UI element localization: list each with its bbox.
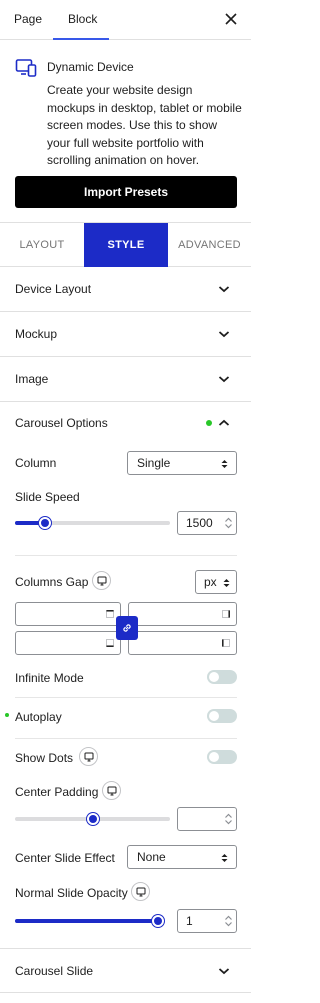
- slide-speed-value: 1500: [186, 516, 213, 530]
- show-dots-label: Show Dots: [15, 751, 74, 765]
- responsive-monitor-icon[interactable]: [79, 747, 98, 766]
- modified-indicator: [5, 713, 9, 717]
- slide-speed-label: Slide Speed: [15, 490, 80, 504]
- gap-bottom-input[interactable]: [15, 631, 121, 655]
- responsive-monitor-icon[interactable]: [131, 882, 150, 901]
- block-title: Dynamic Device: [47, 60, 134, 74]
- columns-gap-label: Columns Gap: [15, 575, 89, 589]
- active-tab-indicator: [53, 38, 109, 40]
- toggle-knob: [209, 711, 219, 721]
- accordion-label: Mockup: [15, 327, 58, 341]
- slider-fill: [15, 919, 158, 923]
- stepper-icon[interactable]: [225, 813, 232, 825]
- chevron-down-icon: [218, 331, 230, 338]
- chevron-down-icon: [218, 376, 230, 383]
- tab-block[interactable]: Block: [68, 12, 97, 26]
- column-select-value: Single: [137, 456, 171, 470]
- gap-top-input[interactable]: [15, 602, 121, 626]
- stepper-icon[interactable]: [225, 517, 232, 529]
- slider-thumb[interactable]: [39, 517, 51, 529]
- normal-slide-opacity-slider[interactable]: [15, 913, 164, 929]
- select-arrows-icon: [221, 854, 228, 862]
- slide-speed-input[interactable]: 1500: [177, 511, 237, 535]
- slider-thumb[interactable]: [87, 813, 99, 825]
- normal-slide-opacity-input[interactable]: 1: [177, 909, 237, 933]
- gap-left-input[interactable]: [128, 631, 237, 655]
- center-slide-effect-value: None: [137, 850, 166, 864]
- responsive-monitor-icon[interactable]: [102, 781, 121, 800]
- center-slide-effect-label: Center Slide Effect: [15, 851, 115, 865]
- columns-gap-unit-select[interactable]: px: [195, 570, 237, 594]
- tab-page[interactable]: Page: [14, 12, 42, 26]
- normal-slide-opacity-value: 1: [186, 914, 193, 928]
- infinite-mode-toggle[interactable]: [207, 670, 237, 684]
- link-values-button[interactable]: [116, 616, 138, 640]
- center-padding-input[interactable]: [177, 807, 237, 831]
- column-select[interactable]: Single: [127, 451, 237, 475]
- block-description: Create your website design mockups in de…: [47, 83, 242, 167]
- tab-style[interactable]: STYLE: [84, 223, 168, 267]
- link-icon: [123, 624, 131, 632]
- editor-top-tabs: Page Block: [0, 0, 251, 40]
- device-icon: [15, 59, 37, 77]
- accordion-label: Carousel Slide: [15, 964, 94, 978]
- accordion-carousel-slide[interactable]: Carousel Slide: [0, 948, 251, 993]
- accordion-device-layout[interactable]: Device Layout: [0, 267, 251, 312]
- column-label: Column: [15, 456, 57, 470]
- side-bottom-icon: [106, 639, 114, 647]
- center-padding-slider[interactable]: [15, 811, 170, 827]
- side-left-icon: [222, 639, 230, 647]
- select-arrows-icon: [223, 579, 230, 587]
- accordion-label: Image: [15, 372, 49, 386]
- select-arrows-icon: [221, 460, 228, 468]
- tab-layout[interactable]: LAYOUT: [0, 223, 84, 267]
- slide-speed-slider[interactable]: [15, 515, 170, 531]
- show-dots-toggle[interactable]: [207, 750, 237, 764]
- accordion-label: Device Layout: [15, 282, 92, 296]
- accordion-image[interactable]: Image: [0, 357, 251, 402]
- chevron-down-icon: [218, 968, 230, 975]
- infinite-mode-label: Infinite Mode: [15, 671, 84, 685]
- autoplay-label: Autoplay: [15, 710, 62, 724]
- close-icon[interactable]: [223, 11, 239, 27]
- autoplay-toggle[interactable]: [207, 709, 237, 723]
- accordion-carousel-options[interactable]: Carousel Options: [0, 401, 251, 446]
- chevron-up-icon: [218, 419, 230, 426]
- center-slide-effect-select[interactable]: None: [127, 845, 237, 869]
- divider: [15, 738, 237, 739]
- normal-slide-opacity-label: Normal Slide Opacity: [15, 886, 128, 900]
- center-padding-label: Center Padding: [15, 785, 99, 799]
- stepper-icon[interactable]: [225, 915, 232, 927]
- gap-right-input[interactable]: [128, 602, 237, 626]
- import-presets-button[interactable]: Import Presets: [15, 176, 237, 208]
- toggle-knob: [209, 752, 219, 762]
- modified-indicator: [206, 420, 212, 426]
- side-right-icon: [222, 610, 230, 618]
- responsive-monitor-icon[interactable]: [92, 571, 111, 590]
- panel-tabs: LAYOUT STYLE ADVANCED: [0, 222, 251, 267]
- chevron-down-icon: [218, 286, 230, 293]
- divider: [15, 697, 237, 698]
- side-top-icon: [106, 610, 114, 618]
- toggle-knob: [209, 672, 219, 682]
- accordion-label: Carousel Options: [15, 416, 108, 430]
- slider-thumb[interactable]: [152, 915, 164, 927]
- tab-advanced[interactable]: ADVANCED: [168, 223, 251, 267]
- divider: [15, 555, 237, 556]
- unit-value: px: [204, 575, 217, 589]
- accordion-mockup[interactable]: Mockup: [0, 312, 251, 357]
- slider-fill: [15, 817, 93, 821]
